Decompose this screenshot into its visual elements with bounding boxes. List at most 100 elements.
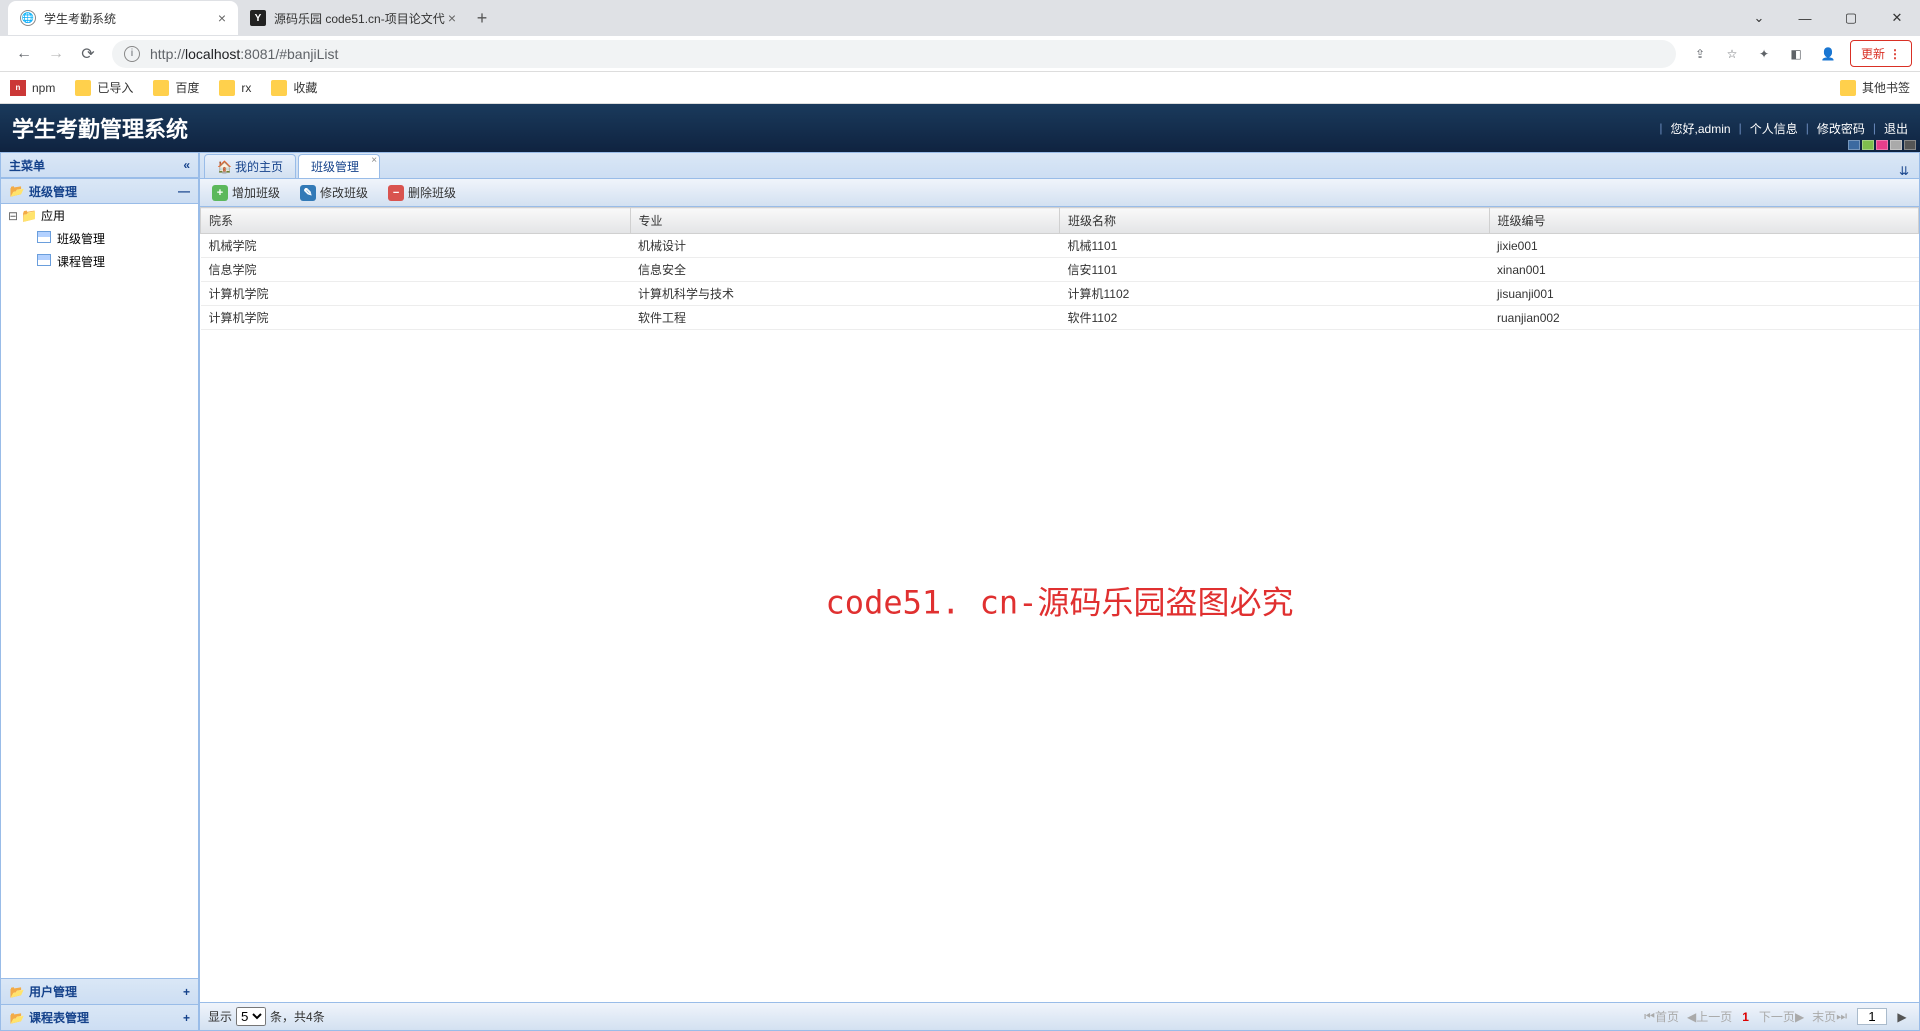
tree-label: 班级管理 — [57, 230, 105, 247]
forward-button[interactable]: → — [40, 38, 72, 70]
table-row[interactable]: 计算机学院软件工程软件1102ruanjian002 — [201, 306, 1919, 330]
bookmark-imported[interactable]: 已导入 — [75, 79, 133, 96]
profile-link[interactable]: 个人信息 — [1750, 120, 1798, 137]
prev-icon: ◀ — [1687, 1010, 1696, 1024]
grid-icon — [37, 231, 53, 247]
panel-label: 班级管理 — [29, 183, 77, 200]
home-icon: 🏠 — [217, 160, 231, 174]
next-icon: ▶ — [1795, 1010, 1804, 1024]
address-bar[interactable]: i http://localhost:8081/#banjiList — [112, 40, 1676, 68]
table-cell: 计算机学院 — [201, 282, 631, 306]
maximize-icon[interactable]: ▢ — [1828, 0, 1874, 36]
tab-class-mgmt[interactable]: 班级管理 × — [298, 154, 380, 178]
folder-icon — [153, 80, 169, 96]
first-page-button[interactable]: ⏮首页 — [1640, 1008, 1683, 1025]
edit-class-button[interactable]: ✎ 修改班级 — [294, 182, 374, 203]
bookmark-rx[interactable]: rx — [219, 80, 251, 96]
tab-close-icon[interactable]: × — [371, 155, 377, 166]
accordion-class-mgmt[interactable]: 📂 班级管理 — — [0, 178, 199, 204]
prev-page-button[interactable]: ◀上一页 — [1683, 1008, 1736, 1025]
tab-home[interactable]: 🏠 我的主页 — [204, 154, 296, 178]
bookmark-collect[interactable]: 收藏 — [271, 79, 317, 96]
theme-color-2[interactable] — [1862, 140, 1874, 150]
bookmark-label: rx — [241, 81, 251, 95]
tree-node-course-mgmt[interactable]: 课程管理 — [1, 250, 198, 273]
close-window-icon[interactable]: ✕ — [1874, 0, 1920, 36]
plus-icon[interactable]: + — [183, 1011, 190, 1025]
browser-tab-active[interactable]: 🌐 学生考勤系统 × — [8, 1, 238, 35]
table-row[interactable]: 机械学院机械设计机械1101jixie001 — [201, 234, 1919, 258]
table-cell: 计算机1102 — [1060, 282, 1490, 306]
table-cell: 机械1101 — [1060, 234, 1490, 258]
share-icon[interactable]: ⇪ — [1684, 38, 1716, 70]
tree-node-app[interactable]: ⊟ 应用 — [1, 204, 198, 227]
table-cell: 机械学院 — [201, 234, 631, 258]
minimize-icon[interactable]: — — [1782, 0, 1828, 36]
main-panel: 🏠 我的主页 班级管理 × ⇊ + 增加班级 ✎ 修改班级 − 删除班级 — [200, 152, 1920, 1031]
col-department[interactable]: 院系 — [201, 208, 631, 234]
theme-color-1[interactable] — [1848, 140, 1860, 150]
table-row[interactable]: 计算机学院计算机科学与技术计算机1102jisuanji001 — [201, 282, 1919, 306]
collapse-left-icon[interactable]: « — [183, 158, 190, 172]
caret-down-icon[interactable]: ⌄ — [1736, 0, 1782, 36]
back-button[interactable]: ← — [8, 38, 40, 70]
update-button[interactable]: 更新⋮ — [1850, 40, 1912, 67]
next-page-button[interactable]: 下一页▶ — [1755, 1008, 1808, 1025]
accordion-user-mgmt[interactable]: 📂 用户管理 + — [0, 979, 199, 1005]
tree-collapse-icon[interactable]: ⊟ — [5, 209, 21, 223]
tab-close-icon[interactable]: × — [218, 10, 226, 26]
table-cell: jixie001 — [1489, 234, 1919, 258]
plus-icon: + — [212, 185, 228, 201]
other-bookmarks[interactable]: 其他书签 — [1840, 79, 1910, 96]
go-page-button[interactable]: ▶ — [1893, 1010, 1911, 1024]
extensions-icon[interactable]: ✦ — [1748, 38, 1780, 70]
grid-icon — [37, 254, 53, 270]
data-grid: 院系 专业 班级名称 班级编号 机械学院机械设计机械1101jixie001信息… — [200, 207, 1919, 1002]
theme-color-5[interactable] — [1904, 140, 1916, 150]
delete-class-button[interactable]: − 删除班级 — [382, 182, 462, 203]
table-cell: 软件1102 — [1060, 306, 1490, 330]
page-input[interactable] — [1857, 1008, 1887, 1025]
table-row[interactable]: 信息学院信息安全信安1101xinan001 — [201, 258, 1919, 282]
col-class-name[interactable]: 班级名称 — [1060, 208, 1490, 234]
folder-icon — [21, 208, 37, 224]
bookmark-npm[interactable]: nnpm — [10, 80, 55, 96]
tab-close-icon[interactable]: × — [448, 10, 456, 26]
panel-label: 课程表管理 — [29, 1009, 89, 1026]
col-major[interactable]: 专业 — [630, 208, 1060, 234]
tab-title: 源码乐园 code51.cn-项目论文代 — [274, 10, 445, 27]
pager: 显示 5 条，共4条 ⏮首页 ◀上一页 1 下一页▶ 末页⏭ ▶ — [200, 1002, 1919, 1030]
reload-button[interactable]: ⟳ — [72, 38, 104, 70]
panel-label: 用户管理 — [29, 983, 77, 1000]
current-page: 1 — [1742, 1010, 1749, 1024]
theme-color-3[interactable] — [1876, 140, 1888, 150]
side-panel-icon[interactable]: ◧ — [1780, 38, 1812, 70]
site-info-icon[interactable]: i — [124, 46, 140, 62]
new-tab-button[interactable]: + — [468, 4, 496, 32]
site-icon: Y — [250, 10, 266, 26]
pager-nav: ⏮首页 ◀上一页 1 下一页▶ 末页⏭ ▶ — [1640, 1008, 1911, 1025]
pager-total-label: 条，共4条 — [270, 1008, 325, 1025]
change-password-link[interactable]: 修改密码 — [1817, 120, 1865, 137]
add-class-button[interactable]: + 增加班级 — [206, 182, 286, 203]
profile-icon[interactable]: 👤 — [1812, 38, 1844, 70]
first-icon: ⏮ — [1644, 1009, 1655, 1024]
table-cell: 计算机科学与技术 — [630, 282, 1060, 306]
btn-label: 删除班级 — [408, 184, 456, 201]
theme-switcher — [1846, 140, 1916, 150]
star-icon[interactable]: ☆ — [1716, 38, 1748, 70]
folder-icon — [75, 80, 91, 96]
minus-icon[interactable]: — — [178, 184, 190, 198]
bookmark-baidu[interactable]: 百度 — [153, 79, 199, 96]
last-page-button[interactable]: 末页⏭ — [1808, 1008, 1851, 1025]
browser-tab-inactive[interactable]: Y 源码乐园 code51.cn-项目论文代 × — [238, 1, 468, 35]
page-size-select[interactable]: 5 — [236, 1007, 266, 1026]
tabs-expand-icon[interactable]: ⇊ — [1893, 164, 1915, 178]
col-class-code[interactable]: 班级编号 — [1489, 208, 1919, 234]
theme-color-4[interactable] — [1890, 140, 1902, 150]
plus-icon[interactable]: + — [183, 985, 190, 999]
logout-link[interactable]: 退出 — [1884, 120, 1908, 137]
accordion-schedule-mgmt[interactable]: 📂 课程表管理 + — [0, 1005, 199, 1031]
tree-node-class-mgmt[interactable]: 班级管理 — [1, 227, 198, 250]
menu-dots-icon: ⋮ — [1889, 47, 1901, 61]
